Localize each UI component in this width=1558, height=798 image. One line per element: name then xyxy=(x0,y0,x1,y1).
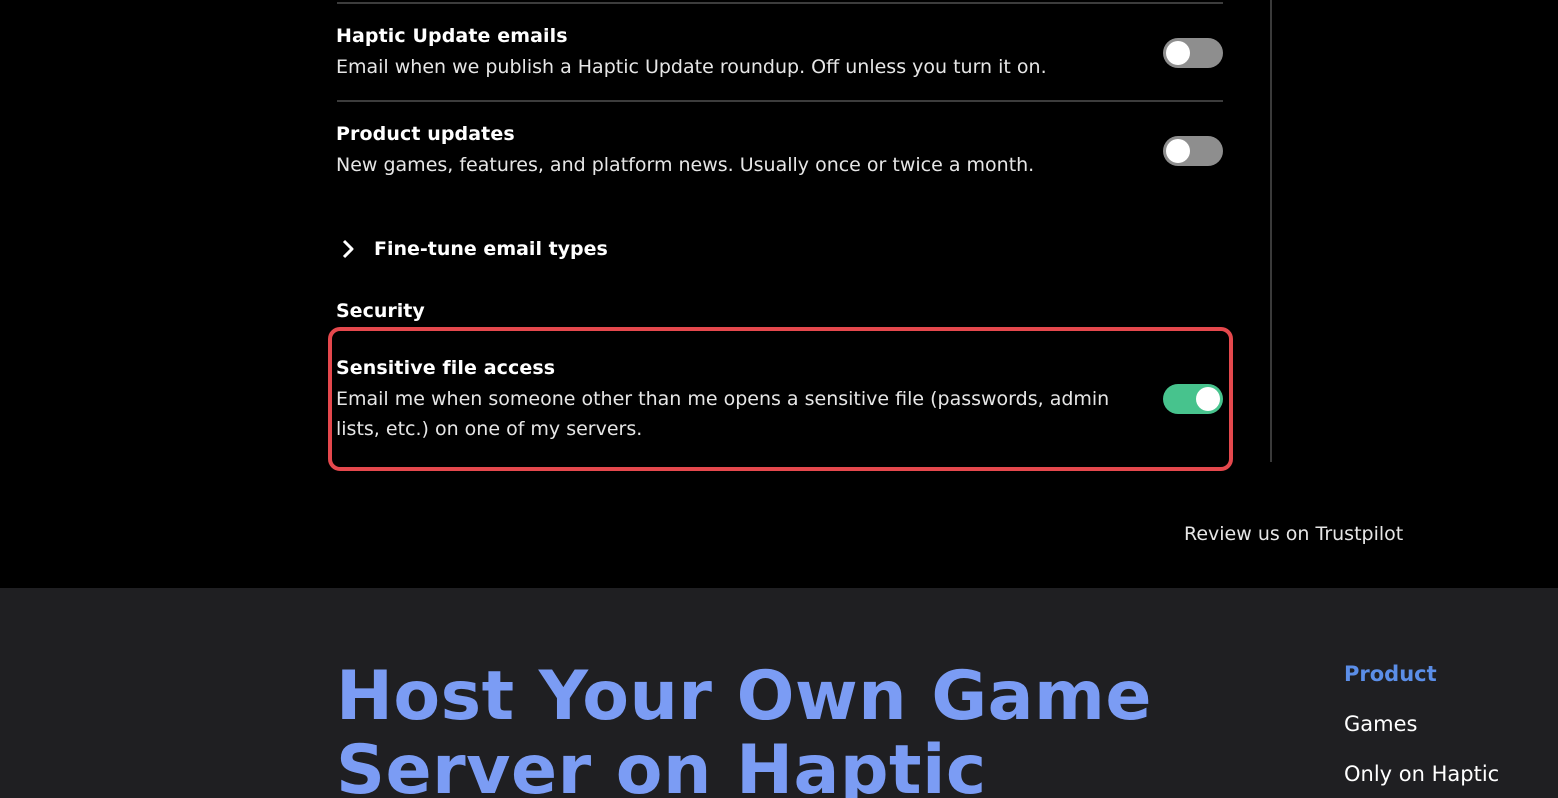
footer-nav-heading: Product xyxy=(1344,662,1437,686)
security-heading: Security xyxy=(336,300,425,322)
notification-settings: Haptic Update emails Email when we publi… xyxy=(0,0,1558,588)
trustpilot-link[interactable]: Review us on Trustpilot xyxy=(1184,523,1403,545)
footer-nav: Product Games Only on Haptic xyxy=(1344,662,1499,786)
hero-line-2: Server on Haptic xyxy=(336,731,987,798)
fine-tune-email-types-label: Fine-tune email types xyxy=(374,238,608,260)
product-updates-description: New games, features, and platform news. … xyxy=(336,154,1035,176)
toggle-knob xyxy=(1166,41,1190,65)
sensitive-file-access-title: Sensitive file access xyxy=(336,357,556,379)
product-updates-toggle[interactable] xyxy=(1163,136,1223,166)
footer-link-only-on-haptic[interactable]: Only on Haptic xyxy=(1344,762,1499,786)
haptic-update-description: Email when we publish a Haptic Update ro… xyxy=(336,56,1047,78)
column-divider xyxy=(1270,0,1272,462)
footer-link-games[interactable]: Games xyxy=(1344,712,1499,736)
page: Haptic Update emails Email when we publi… xyxy=(0,0,1558,798)
sensitive-file-access-description-line2: lists, etc.) on one of my servers. xyxy=(336,418,643,440)
toggle-knob xyxy=(1196,387,1220,411)
hero-line-1: Host Your Own Game xyxy=(336,657,1153,736)
footer-hero-heading: Host Your Own Game Server on Haptic xyxy=(336,660,1236,798)
toggle-knob xyxy=(1166,139,1190,163)
haptic-update-title: Haptic Update emails xyxy=(336,25,568,47)
chevron-right-icon xyxy=(340,234,362,264)
row-divider xyxy=(337,100,1223,102)
sensitive-file-access-description-line1: Email me when someone other than me open… xyxy=(336,388,1110,410)
haptic-update-toggle[interactable] xyxy=(1163,38,1223,68)
row-divider xyxy=(337,2,1223,4)
sensitive-file-access-toggle[interactable] xyxy=(1163,384,1223,414)
fine-tune-email-types-toggle[interactable]: Fine-tune email types xyxy=(340,234,608,264)
footer: Host Your Own Game Server on Haptic Prod… xyxy=(0,588,1558,798)
product-updates-title: Product updates xyxy=(336,123,515,145)
